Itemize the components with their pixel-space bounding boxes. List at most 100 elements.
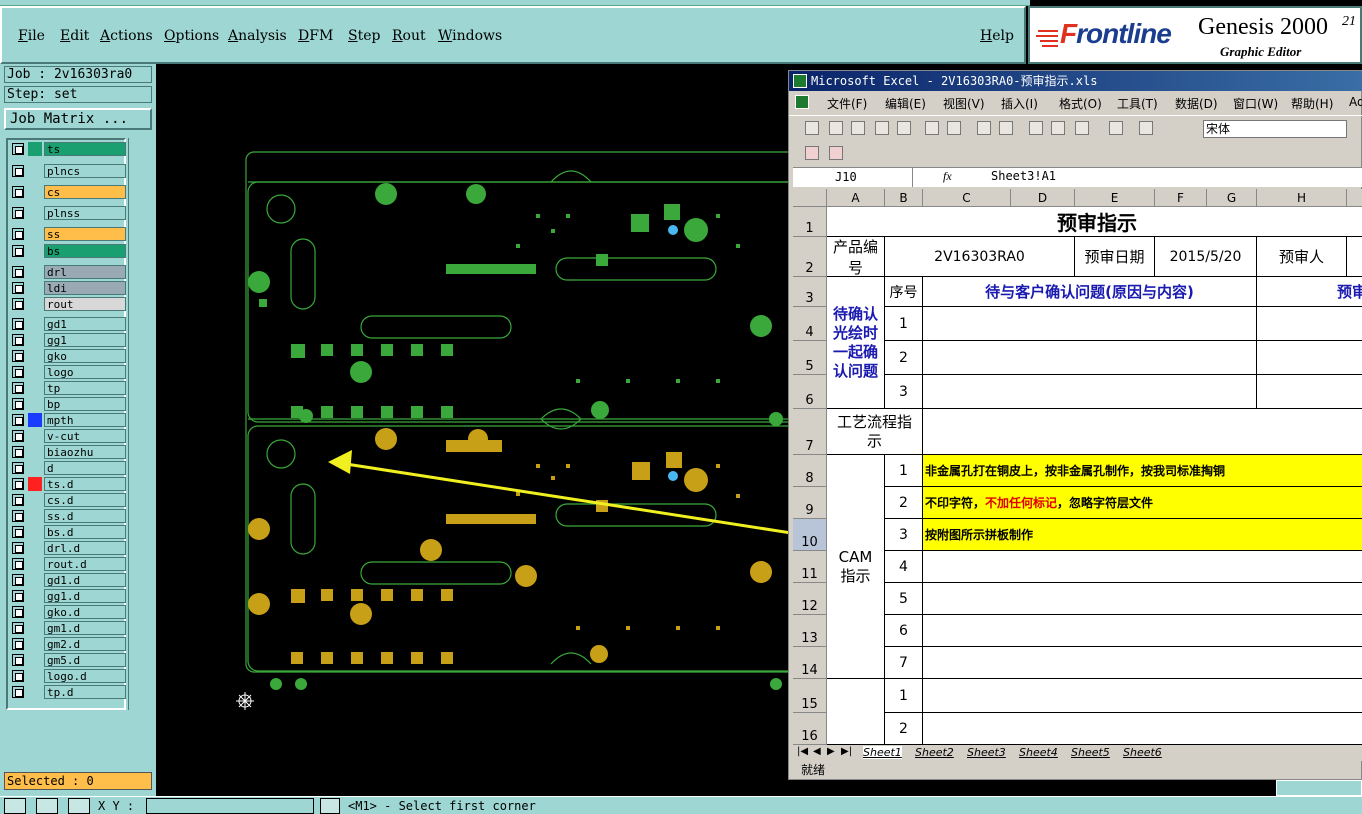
pre-cell[interactable] — [1257, 341, 1362, 375]
excel-menu-tools[interactable]: 工具(T) — [1117, 95, 1158, 112]
layer-row[interactable]: tp.d — [10, 685, 126, 699]
cam-seq-cell[interactable]: 1 — [885, 455, 923, 487]
layer-row[interactable]: ts — [10, 142, 126, 156]
layer-color-swatch[interactable] — [28, 244, 42, 258]
row-header[interactable]: 6 — [793, 375, 827, 409]
question-header[interactable]: 待与客户确认问题(原因与内容) — [923, 277, 1257, 307]
layer-checkbox[interactable] — [12, 686, 24, 698]
col-header[interactable]: F — [1155, 189, 1207, 207]
layer-name[interactable]: gg1.d — [44, 589, 126, 603]
excel-menu-view[interactable]: 视图(V) — [943, 95, 985, 112]
col-header[interactable]: D — [1011, 189, 1075, 207]
question-cell[interactable] — [923, 375, 1257, 409]
layer-color-swatch[interactable] — [28, 589, 42, 603]
layer-row[interactable]: d — [10, 461, 126, 475]
row-header[interactable]: 8 — [793, 455, 827, 487]
excel-menu-window[interactable]: 窗口(W) — [1233, 95, 1278, 112]
sheet-title[interactable]: 预审指示 — [827, 207, 1362, 237]
layer-name[interactable]: ts.d — [44, 477, 126, 491]
pre-header[interactable]: 预审 — [1257, 277, 1362, 307]
layer-row[interactable]: ss — [10, 227, 126, 241]
layer-name[interactable]: ss.d — [44, 509, 126, 523]
cam-seq-cell[interactable]: 5 — [885, 583, 923, 615]
seq-cell[interactable]: 1 — [885, 307, 923, 341]
col-header[interactable]: C — [923, 189, 1011, 207]
layer-scrollbar[interactable] — [128, 138, 154, 710]
layer-checkbox[interactable] — [12, 494, 24, 506]
layer-name[interactable]: bs.d — [44, 525, 126, 539]
layer-row[interactable]: gd1 — [10, 317, 126, 331]
content-cell[interactable] — [923, 679, 1362, 713]
pre-cell[interactable] — [1257, 307, 1362, 341]
question-cell[interactable] — [923, 341, 1257, 375]
layer-name[interactable]: drl — [44, 265, 126, 279]
layer-color-swatch[interactable] — [28, 381, 42, 395]
research-icon[interactable] — [999, 121, 1013, 135]
layer-checkbox[interactable] — [12, 228, 24, 240]
layer-name[interactable]: ss — [44, 227, 126, 241]
layer-color-swatch[interactable] — [28, 297, 42, 311]
menu-dfm[interactable]: DFM — [298, 28, 333, 44]
layer-row[interactable]: rout.d — [10, 557, 126, 571]
layer-name[interactable]: tp.d — [44, 685, 126, 699]
layer-row[interactable]: tp — [10, 381, 126, 395]
col-header[interactable]: E — [1075, 189, 1155, 207]
layer-row[interactable]: gko.d — [10, 605, 126, 619]
layer-color-swatch[interactable] — [28, 637, 42, 651]
permission-icon[interactable] — [875, 121, 889, 135]
layer-color-swatch[interactable] — [28, 317, 42, 331]
layer-row[interactable]: v-cut — [10, 429, 126, 443]
layer-name[interactable]: gko.d — [44, 605, 126, 619]
layer-checkbox[interactable] — [12, 318, 24, 330]
layer-color-swatch[interactable] — [28, 281, 42, 295]
layer-row[interactable]: gm1.d — [10, 621, 126, 635]
layer-color-swatch[interactable] — [28, 605, 42, 619]
menu-step[interactable]: Step — [348, 28, 380, 44]
excel-menu-data[interactable]: 数据(D) — [1175, 95, 1218, 112]
layer-color-swatch[interactable] — [28, 333, 42, 347]
next-section-label[interactable] — [827, 679, 885, 745]
layer-row[interactable]: gm5.d — [10, 653, 126, 667]
process-label[interactable]: 工艺流程指示 — [827, 409, 923, 455]
layer-color-swatch[interactable] — [28, 461, 42, 475]
fx-icon[interactable]: fx — [943, 169, 952, 184]
layer-name[interactable]: ts — [44, 142, 126, 156]
row-header[interactable]: 13 — [793, 615, 827, 647]
layer-color-swatch[interactable] — [28, 669, 42, 683]
layer-checkbox[interactable] — [12, 654, 24, 666]
layer-name[interactable]: bp — [44, 397, 126, 411]
cam-instruction-1[interactable]: 非金属孔打在铜皮上，按非金属孔制作，按我司标准掏铜 — [923, 455, 1362, 487]
first-sheet-icon[interactable]: |◀ — [797, 746, 808, 757]
menu-options[interactable]: Options — [164, 28, 219, 44]
layer-color-swatch[interactable] — [28, 413, 42, 427]
excel-menu-ad[interactable]: Ad — [1349, 95, 1362, 109]
layer-checkbox[interactable] — [12, 366, 24, 378]
cam-seq-cell[interactable]: 7 — [885, 647, 923, 679]
seq-cell[interactable]: 3 — [885, 375, 923, 409]
cam-seq-cell[interactable]: 3 — [885, 519, 923, 551]
layer-checkbox[interactable] — [12, 186, 24, 198]
cam-instruction-cell[interactable] — [923, 647, 1362, 679]
layer-row[interactable]: logo.d — [10, 669, 126, 683]
menu-windows[interactable]: Windows — [438, 28, 502, 44]
layer-color-swatch[interactable] — [28, 653, 42, 667]
formula-input[interactable]: Sheet3!A1 — [991, 169, 1056, 183]
layer-row[interactable]: drl.d — [10, 541, 126, 555]
excel-menu-format[interactable]: 格式(O) — [1059, 95, 1102, 112]
process-cell[interactable] — [923, 409, 1362, 455]
layer-row[interactable]: plnss — [10, 206, 126, 220]
layer-name[interactable]: logo.d — [44, 669, 126, 683]
layer-color-swatch[interactable] — [28, 142, 42, 156]
cut-icon[interactable] — [1029, 121, 1043, 135]
row-header[interactable]: 1 — [793, 207, 827, 237]
layer-row[interactable]: gko — [10, 349, 126, 363]
review-date-label[interactable]: 预审日期 — [1075, 237, 1155, 277]
layer-color-swatch[interactable] — [28, 349, 42, 363]
tab-sheet1[interactable]: Sheet1 — [863, 746, 902, 759]
seq-cell[interactable]: 2 — [885, 713, 923, 745]
grid-icon[interactable] — [68, 798, 90, 814]
reviewer-label[interactable]: 预审人 — [1257, 237, 1347, 277]
layer-color-swatch[interactable] — [28, 429, 42, 443]
layer-row[interactable]: cs.d — [10, 493, 126, 507]
layer-name[interactable]: gm2.d — [44, 637, 126, 651]
